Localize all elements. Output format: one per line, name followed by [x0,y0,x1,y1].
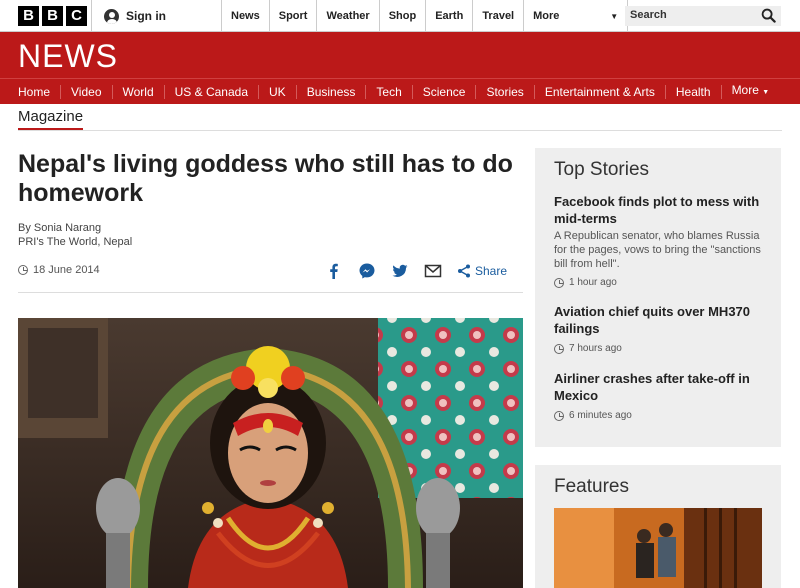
section-divider [18,130,782,131]
author-name: By Sonia Narang [18,222,102,234]
clock-icon [554,410,564,421]
news-nav-business[interactable]: Business [297,84,367,99]
top-story-item[interactable]: Facebook finds plot to mess with mid-ter… [554,193,769,288]
news-nav-health[interactable]: Health [666,84,722,99]
top-stories-title: Top Stories [554,159,650,180]
clock-icon [18,265,28,275]
top-story-item[interactable]: Aviation chief quits over MH370 failings… [554,303,769,354]
news-nav-more[interactable]: More ▼ [722,83,780,100]
clock-icon [554,277,564,288]
goddess-photo [18,318,523,588]
article-divider [18,292,523,293]
global-nav-more[interactable]: More ▼ [524,0,629,32]
global-nav: News Sport Weather Shop Earth Travel Mor… [222,0,629,32]
news-nav-us-canada[interactable]: US & Canada [165,84,260,99]
top-story-time: 1 hour ago [554,277,769,288]
news-nav-stories[interactable]: Stories [476,84,535,99]
search-icon[interactable] [761,8,776,23]
features-panel: Features [535,465,781,588]
bbc-logo[interactable]: B B C [18,6,87,26]
global-nav-earth[interactable]: Earth [426,0,474,32]
top-story-title[interactable]: Facebook finds plot to mess with mid-ter… [554,193,769,227]
news-nav-more-label: More [731,83,759,97]
chevron-down-icon: ▼ [610,11,619,21]
top-story-title[interactable]: Airliner crashes after take-off in Mexic… [554,370,769,404]
top-story-time-text: 6 minutes ago [569,410,632,421]
author-source: PRI's The World, Nepal [18,236,133,248]
features-title: Features [554,476,629,497]
search-input[interactable]: Search [625,6,781,26]
global-nav-sport[interactable]: Sport [270,0,318,32]
top-story-summary: A Republican senator, who blames Russia … [554,230,761,270]
top-story-title[interactable]: Aviation chief quits over MH370 failings [554,303,769,337]
news-logo[interactable]: NEWS [18,38,118,75]
article-headline: Nepal's living goddess who still has to … [18,150,513,207]
global-nav-shop[interactable]: Shop [380,0,427,32]
logo-letter-c: C [66,6,87,26]
share-button[interactable]: Share [475,264,507,278]
global-nav-weather[interactable]: Weather [317,0,380,32]
logo-letter-b1: B [18,6,39,26]
logo-letter-b2: B [42,6,63,26]
news-nav-world[interactable]: World [113,84,165,99]
news-nav: Home Video World US & Canada UK Business… [0,78,800,104]
top-stories-panel: Top Stories Facebook finds plot to mess … [535,148,781,447]
clock-icon [554,343,564,354]
twitter-icon[interactable] [391,262,409,280]
feature-image[interactable] [554,508,762,588]
byline: By Sonia Narang PRI's The World, Nepal [18,221,132,249]
chevron-down-icon: ▼ [762,89,770,96]
top-story-time-text: 1 hour ago [569,277,617,288]
sign-in-button[interactable]: Sign in [91,0,222,32]
search-placeholder: Search [630,9,667,21]
news-nav-entertainment-arts[interactable]: Entertainment & Arts [535,84,666,99]
feature-photo [554,508,762,588]
share-icon[interactable] [457,264,471,278]
news-nav-uk[interactable]: UK [259,84,297,99]
messenger-icon[interactable] [358,262,376,280]
news-header: NEWS Home Video World US & Canada UK Bus… [0,32,800,104]
article-date-text: 18 June 2014 [33,264,100,276]
sign-in-label: Sign in [126,9,166,23]
global-header: B B C Sign in News Sport Weather Shop Ea… [0,0,800,32]
article-date: 18 June 2014 [18,264,100,276]
news-nav-home[interactable]: Home [0,84,62,99]
news-nav-video[interactable]: Video [61,84,113,99]
top-story-time: 6 minutes ago [554,410,769,421]
section-label[interactable]: Magazine [18,108,84,131]
global-nav-news[interactable]: News [222,0,270,32]
facebook-icon[interactable] [325,262,343,280]
global-nav-travel[interactable]: Travel [473,0,525,32]
news-nav-science[interactable]: Science [413,84,477,99]
article-main-image [18,318,523,588]
news-nav-tech[interactable]: Tech [366,84,413,99]
user-icon [104,8,119,24]
top-story-item[interactable]: Airliner crashes after take-off in Mexic… [554,370,769,421]
top-story-time-text: 7 hours ago [569,343,622,354]
email-icon[interactable] [424,262,442,280]
share-tools: Share [325,262,507,280]
top-story-time: 7 hours ago [554,343,769,354]
global-nav-more-label: More [533,10,560,22]
